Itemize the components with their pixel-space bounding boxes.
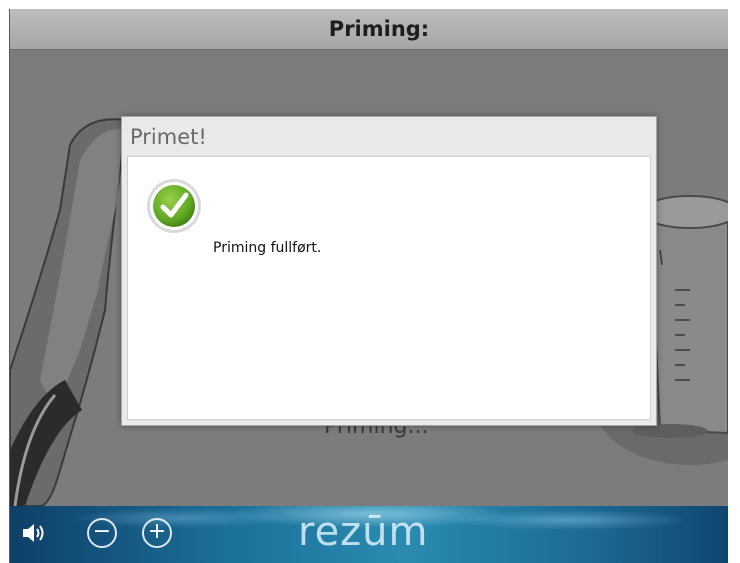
dialog-body: Priming fullført. xyxy=(127,156,651,420)
title-bar: Priming: xyxy=(10,9,728,50)
volume-down-button[interactable]: − xyxy=(87,518,117,548)
dialog-message: Priming fullført. xyxy=(213,240,322,256)
dialog-title: Primet! xyxy=(130,125,207,149)
footer-bar: − + rezūm xyxy=(10,506,728,563)
app-screen: Priming: Priming... Primet! Priming full… xyxy=(9,9,728,563)
speaker-icon[interactable] xyxy=(20,520,46,546)
volume-up-button[interactable]: + xyxy=(142,518,172,548)
check-circle-icon xyxy=(147,179,201,233)
primed-dialog: Primet! Priming fullført. xyxy=(121,116,657,426)
rezum-logo: rezūm xyxy=(298,509,429,555)
page-title: Priming: xyxy=(328,17,430,41)
handpiece-illustration xyxy=(10,118,127,506)
